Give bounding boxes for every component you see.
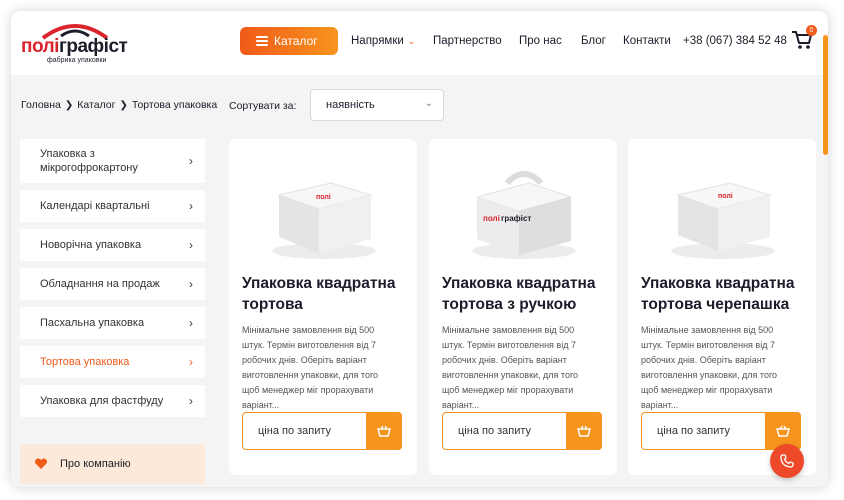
product-description: Мінімальне замовлення від 500 штук. Терм…	[242, 325, 379, 410]
sidebar-item-label: Упаковка з мікрогофрокартону	[40, 148, 138, 174]
about-company-label: Про компанію	[60, 458, 131, 470]
sidebar-item-label: Новорічна упаковка	[40, 239, 142, 251]
catalog-button-label: Каталог	[274, 34, 318, 48]
page-frame: поліграфіст фабрика упаковки Каталог Нап…	[11, 11, 828, 487]
chevron-right-icon: ›	[189, 277, 193, 291]
brand-logo[interactable]: поліграфіст фабрика упаковки	[21, 20, 131, 64]
sidebar-item-label: Пасхальна упаковка	[40, 317, 145, 329]
nav-about[interactable]: Про нас	[519, 35, 562, 47]
sort-select[interactable]: наявність ⌄	[310, 89, 444, 121]
scrollbar-thumb[interactable]	[823, 35, 828, 155]
box-logo: полі	[483, 214, 500, 223]
product-card[interactable]: полі Упаковка квадратна тортова Мінімаль…	[229, 139, 417, 475]
breadcrumb-current: Тортова упаковка	[131, 99, 218, 111]
site-header: поліграфіст фабрика упаковки Каталог Нап…	[11, 11, 828, 75]
phone-link[interactable]: +38 (067) 384 52 48	[683, 35, 787, 47]
price-label: ціна по запиту	[458, 425, 532, 437]
basket-icon	[577, 425, 591, 437]
chevron-right-icon: ›	[189, 154, 193, 168]
menu-icon	[256, 36, 268, 46]
breadcrumb-home[interactable]: Головна	[21, 99, 61, 111]
catalog-button[interactable]: Каталог	[240, 27, 338, 55]
price-label: ціна по запиту	[258, 425, 332, 437]
sort-selected-value: наявність	[326, 99, 375, 111]
product-title[interactable]: Упаковка квадратна тортова з ручкою	[442, 273, 612, 315]
product-title[interactable]: Упаковка квадратна тортова	[242, 273, 412, 315]
sidebar-item-label: Календарі квартальні	[40, 200, 150, 212]
breadcrumb: Головна ❯ Каталог ❯ Тортова упаковка	[21, 99, 217, 111]
chevron-right-icon: ›	[189, 394, 193, 408]
call-button[interactable]	[770, 444, 804, 478]
product-card[interactable]: полі графіст Упаковка квадратна тортова …	[429, 139, 617, 475]
basket-icon	[776, 425, 790, 437]
nav-directions[interactable]: Напрямки ⌄	[351, 35, 415, 47]
product-image: полі графіст	[472, 171, 576, 259]
product-image: полі	[272, 182, 376, 259]
logo-wordmark: поліграфіст	[21, 36, 128, 57]
nav-contacts[interactable]: Контакти	[623, 35, 671, 47]
chevron-right-icon: ›	[189, 316, 193, 330]
chevron-right-icon: ›	[189, 199, 193, 213]
product-card[interactable]: полі Упаковка квадратна тортова черепашк…	[628, 139, 816, 475]
price-label: ціна по запиту	[657, 425, 731, 437]
product-image: полі	[671, 182, 775, 259]
box-logo: полі	[316, 193, 331, 201]
add-to-cart-button[interactable]	[366, 412, 402, 450]
product-title[interactable]: Упаковка квадратна тортова черепашка	[641, 273, 811, 315]
sidebar-item-microcorrugated[interactable]: Упаковка з мікрогофрокартону ›	[20, 139, 205, 183]
sort-label: Сортувати за:	[229, 100, 297, 112]
chevron-right-icon: ›	[189, 355, 193, 369]
sidebar-item-label: Обладнання на продаж	[40, 278, 160, 290]
box-logo: полі	[718, 192, 733, 200]
price-request-button[interactable]: ціна по запиту	[242, 412, 402, 450]
nav-partnership[interactable]: Партнерство	[433, 35, 502, 47]
phone-icon	[780, 454, 794, 468]
chevron-right-icon: ❯	[119, 100, 128, 111]
sidebar-item-equipment[interactable]: Обладнання на продаж ›	[20, 268, 205, 300]
sidebar-item-calendars[interactable]: Календарі квартальні ›	[20, 190, 205, 222]
nav-blog[interactable]: Блог	[581, 35, 606, 47]
sidebar-item-fastfood[interactable]: Упаковка для фастфуду ›	[20, 385, 205, 417]
chevron-right-icon: ›	[189, 238, 193, 252]
chevron-down-icon: ⌄	[424, 98, 433, 109]
price-request-button[interactable]: ціна по запиту	[641, 412, 801, 450]
product-description: Мінімальне замовлення від 500 штук. Терм…	[641, 325, 778, 410]
add-to-cart-button[interactable]	[566, 412, 602, 450]
sidebar-item-newyear[interactable]: Новорічна упаковка ›	[20, 229, 205, 261]
sidebar-item-label: Тортова упаковка	[40, 356, 130, 368]
box-logo: графіст	[501, 214, 531, 223]
heart-icon	[34, 458, 48, 469]
cart-count-badge: 0	[806, 25, 817, 36]
sidebar-item-easter[interactable]: Пасхальна упаковка ›	[20, 307, 205, 339]
basket-icon	[377, 425, 391, 437]
product-description: Мінімальне замовлення від 500 штук. Терм…	[442, 325, 579, 410]
sidebar-item-label: Упаковка для фастфуду	[40, 395, 164, 407]
sidebar-item-cake[interactable]: Тортова упаковка ›	[20, 346, 205, 378]
price-request-button[interactable]: ціна по запиту	[442, 412, 602, 450]
about-company-link[interactable]: Про компанію	[20, 444, 205, 484]
chevron-down-icon: ⌄	[407, 36, 416, 46]
logo-tagline: фабрика упаковки	[47, 57, 107, 64]
chevron-right-icon: ❯	[64, 100, 74, 111]
breadcrumb-catalog[interactable]: Каталог	[77, 99, 115, 111]
cart-button[interactable]: 0	[791, 25, 817, 51]
